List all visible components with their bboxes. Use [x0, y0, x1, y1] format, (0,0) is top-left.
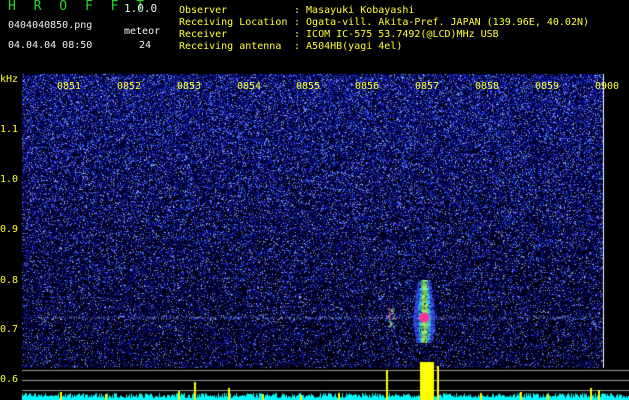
y-tick-label: 0.9	[0, 224, 19, 235]
x-tick-label: 0856	[355, 81, 380, 92]
meteor-label: meteor	[124, 26, 161, 37]
y-tick-label: 1.1	[0, 124, 19, 135]
image-filename: 0404040850.png	[8, 20, 93, 31]
observer-label: Observer	[179, 5, 228, 16]
observer-value: : Masayuki Kobayashi	[294, 5, 415, 16]
x-tick-label: 0851	[57, 81, 82, 92]
meteor-count: 24	[139, 40, 152, 51]
receiver-value: : ICOM IC-575 53.7492(@LCD)MHz USB	[294, 29, 499, 40]
x-tick-label: 0858	[475, 81, 500, 92]
spectrogram-canvas	[0, 0, 629, 400]
x-tick-label: 0853	[177, 81, 202, 92]
capture-datetime: 04.04.04 08:50	[8, 40, 93, 51]
y-tick-label: 0.7	[0, 324, 19, 335]
antenna-label: Receiving antenna	[179, 41, 282, 52]
y-tick-label: 0.8	[0, 275, 19, 286]
y-tick-label: 1.0	[0, 174, 19, 185]
location-label: Receiving Location	[179, 17, 288, 28]
x-tick-label: 0855	[296, 81, 321, 92]
x-tick-label: 0857	[415, 81, 440, 92]
x-tick-label: 0859	[535, 81, 560, 92]
y-tick-label: 0.6	[0, 374, 19, 385]
x-tick-label: 0852	[117, 81, 142, 92]
app-version: 1.0.0	[124, 2, 158, 15]
receiver-label: Receiver	[179, 29, 228, 40]
antenna-value: : A504HB(yagi 4el)	[294, 41, 403, 52]
location-value: : Ogata-vill. Akita-Pref. JAPAN (139.96E…	[294, 17, 590, 28]
x-tick-label: 0854	[237, 81, 262, 92]
x-tick-label: 0900	[595, 81, 620, 92]
y-axis-label: kHz	[0, 74, 19, 85]
